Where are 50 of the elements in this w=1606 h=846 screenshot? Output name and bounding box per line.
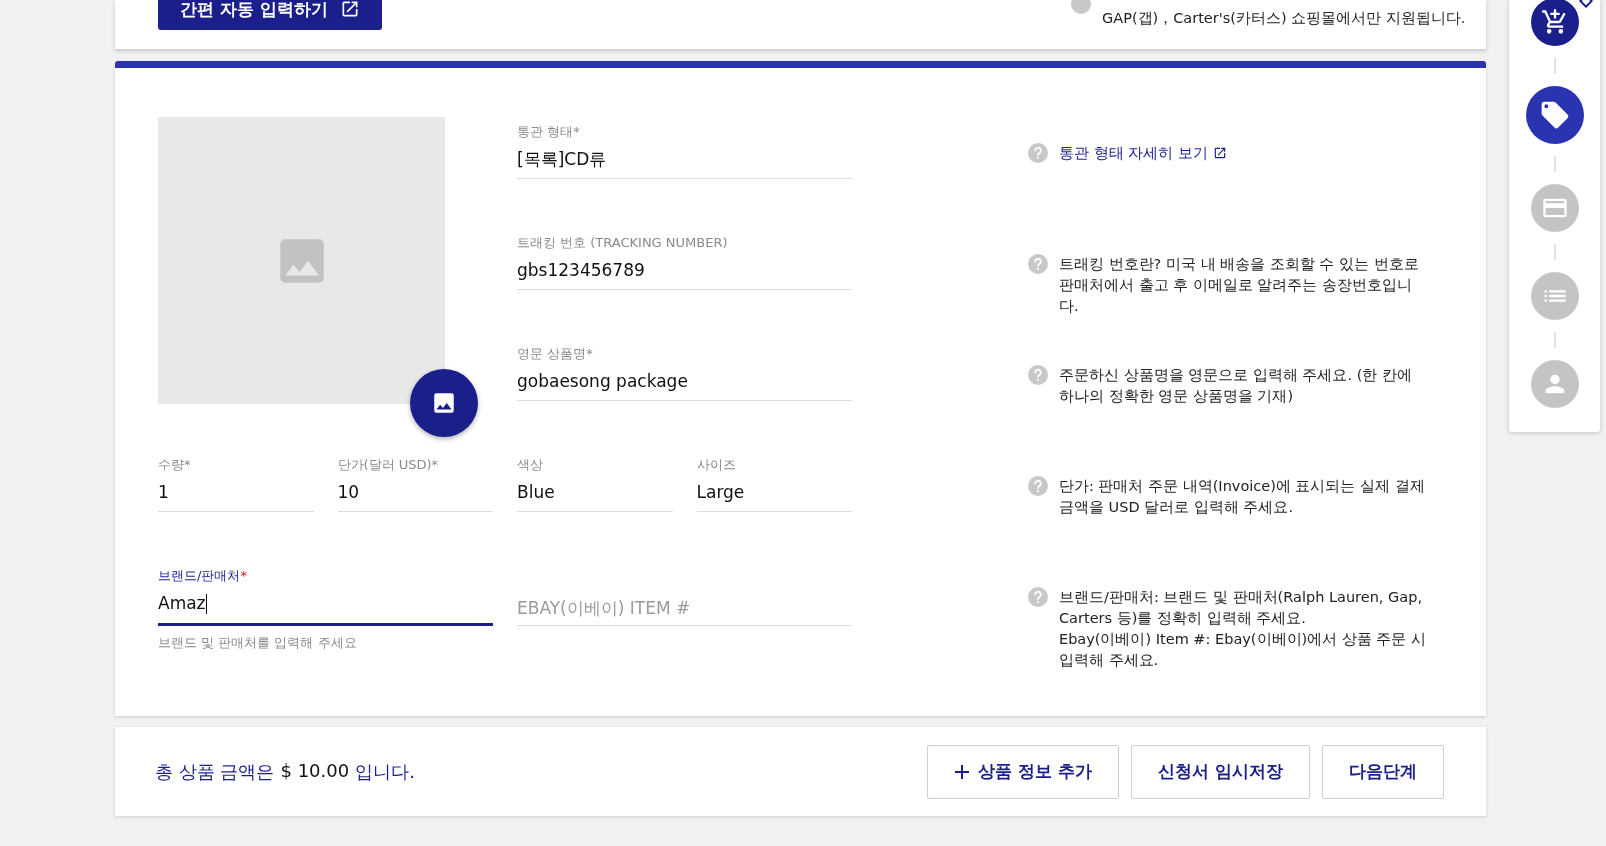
action-button[interactable]: 상품 정보 추가 (927, 744, 1120, 799)
help-icon (1028, 365, 1048, 385)
field-label: 색상 (517, 456, 544, 474)
upload-image-button[interactable] (410, 369, 478, 437)
help-text: 주문하신 상품명을 영문으로 입력해 주세요. (한 칸에 하나의 정확한 영문 상품명을 기재) (1059, 366, 1413, 406)
text-field[interactable]: 영문 상품명* gobaesong package (517, 345, 852, 401)
field-label: 영문 상품명* (517, 345, 594, 363)
brand-field[interactable]: 브랜드/판매처* Amaz (158, 567, 493, 626)
field-label: 트래킹 번호 (TRACKING NUMBER) (517, 234, 729, 252)
text-field[interactable]: 색상 Blue (517, 456, 673, 512)
customs-type-link[interactable]: 통관 형태 자세히 보기 (1059, 143, 1227, 163)
help-icon (1028, 143, 1048, 163)
help-text: 단가: 판매처 주문 내역(Invoice)에 표시되는 실제 결제 금액을 USD 달러로 입력해 주세요. (1059, 477, 1426, 517)
help-icon (1071, 0, 1091, 14)
total-label: 총 상품 금액은 (155, 759, 275, 784)
plus-icon (954, 763, 971, 780)
field-label: 수량* (158, 456, 192, 474)
step-button[interactable] (1525, 86, 1584, 144)
field-value: gbs123456789 (517, 259, 646, 282)
field-label: 단가(달러 USD)* (337, 456, 440, 474)
help-text: GAP(갭)，Carter's(카터스) 쇼핑몰에서만 지원됩니다. (1102, 9, 1466, 28)
field-value: Large (696, 481, 746, 504)
field-value: Blue (517, 481, 556, 504)
helper-text: 브랜드 및 판매처를 입력해 주세요 (158, 634, 358, 652)
total-amount: $ 10.00 (280, 759, 350, 783)
field-value: 1 (158, 481, 170, 504)
field-value: gobaesong package (517, 370, 689, 393)
action-button[interactable]: 신청서 임시저장 (1131, 744, 1310, 799)
field-value: [목록]CD류 (517, 148, 608, 171)
help-icon (1028, 587, 1048, 607)
field-value: Amaz (158, 592, 208, 616)
help-text: 브랜드/판매처: 브랜드 및 판매처(Ralph Lauren, Gap, Carters 등)를 정확히 입력해 주세요. Ebay(이베이) Item #: Ebay(이베이)에서 상품 주문 시 입력해 주세요. (1059, 588, 1427, 670)
help-icon (1028, 476, 1048, 496)
image-icon (431, 390, 457, 416)
field-label: 사이즈 (696, 456, 737, 474)
field-label: 통관 형태* (517, 123, 581, 141)
field-label: 브랜드/판매처* (158, 567, 248, 585)
text-field[interactable]: 사이즈 Large (696, 456, 852, 512)
total-label: 입니다. (355, 759, 415, 784)
text-field[interactable]: 단가(달러 USD)* 10 (337, 456, 493, 512)
auto-fill-button[interactable]: 간편 자동 입력하기 (158, 0, 382, 30)
action-button[interactable]: 다음단계 (1322, 744, 1444, 799)
step-button[interactable] (1530, 0, 1579, 46)
field-value: 10 (337, 481, 361, 504)
text-field[interactable]: 수량* 1 (158, 456, 314, 512)
help-icon (1028, 254, 1048, 274)
external-link-icon (1212, 146, 1227, 160)
text-field[interactable]: 통관 형태* [목록]CD류 (517, 123, 852, 179)
text-field[interactable]: 트래킹 번호 (TRACKING NUMBER) gbs123456789 (517, 234, 852, 290)
help-text: 트래킹 번호란? 미국 내 배송을 조회할 수 있는 번호로 판매처에서 출고 후 이메일로 알려주는 송장번호입니다. (1059, 255, 1420, 316)
